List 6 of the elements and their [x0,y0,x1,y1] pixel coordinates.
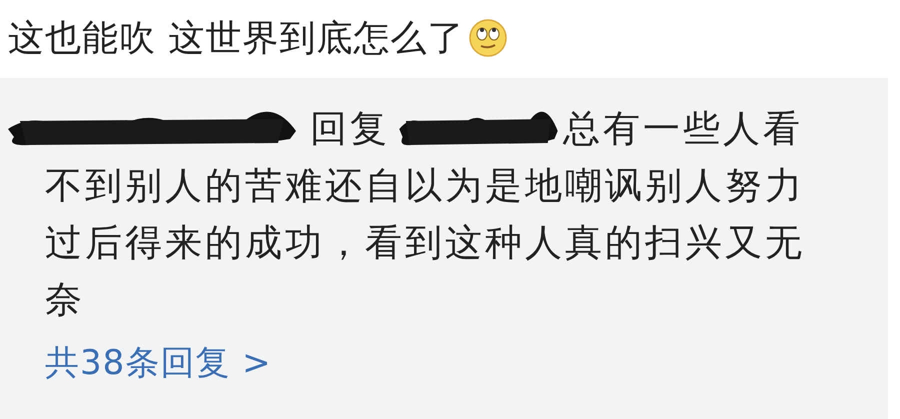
reply-text: 不到别人的苦难还自以为是地嘲讽别人努力过后得来的成功，看到这种人真的扫兴又无奈 [45,163,806,323]
smiley-icon [468,18,508,58]
post-title: 这也能吹 这世界到底怎么了 [8,16,464,60]
replies-link[interactable]: 共38条回复 > [45,340,272,386]
reply-text: 回复 [310,106,390,152]
reply-text: 总有一些人看 [563,106,803,152]
